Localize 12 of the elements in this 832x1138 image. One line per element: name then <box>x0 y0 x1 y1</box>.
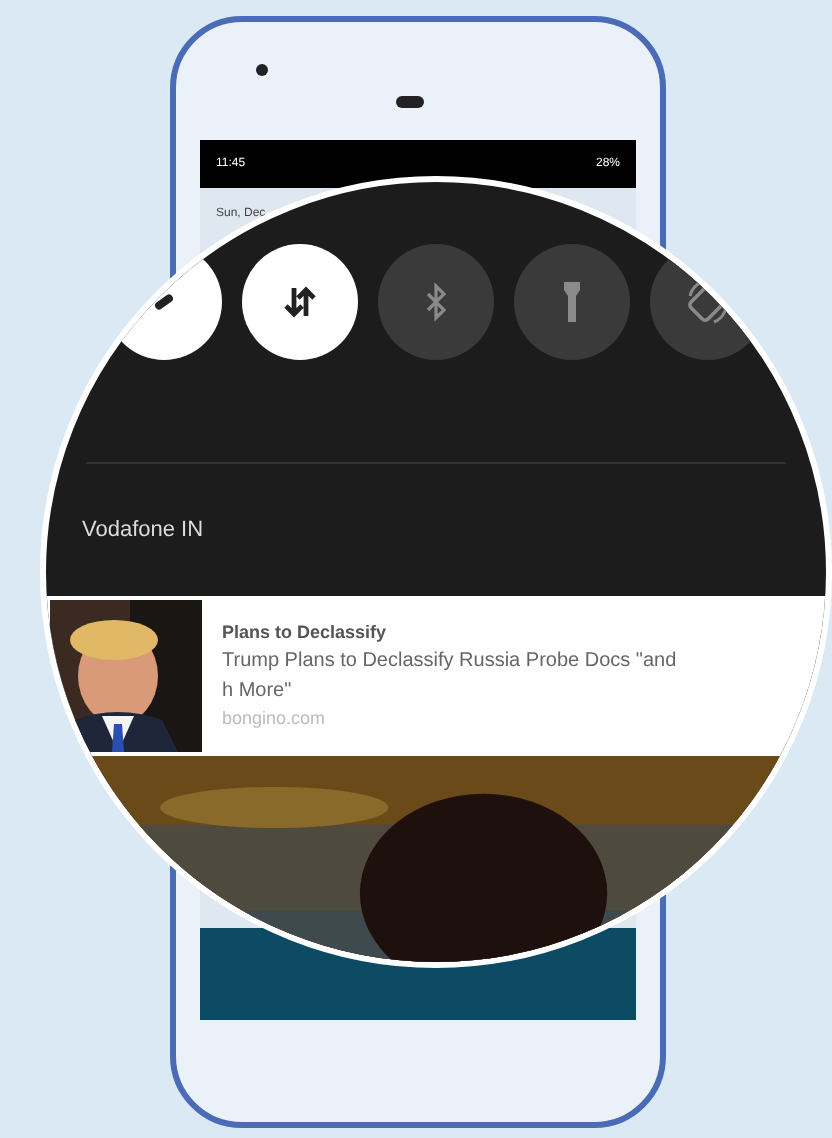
data-arrows-icon <box>282 282 318 322</box>
notification-text: Trump Plans to Declassify Russia Probe Docs "and <box>222 648 677 676</box>
notification-text: h More" <box>222 678 294 706</box>
notification-title: Plans to Declassify <box>222 619 389 646</box>
flashlight-icon <box>562 280 582 324</box>
speaker-icon <box>396 96 424 108</box>
rotate-icon <box>686 280 730 324</box>
dash-icon <box>150 288 178 316</box>
bluetooth-icon <box>424 282 448 322</box>
notification-card[interactable]: Plans to Declassify Trump Plans to Declassify Russia Probe Docs "and h More" bongino.com <box>46 596 826 756</box>
carrier-name: Vodafone IN <box>82 515 204 546</box>
notification-source: bongino.com <box>222 706 328 732</box>
